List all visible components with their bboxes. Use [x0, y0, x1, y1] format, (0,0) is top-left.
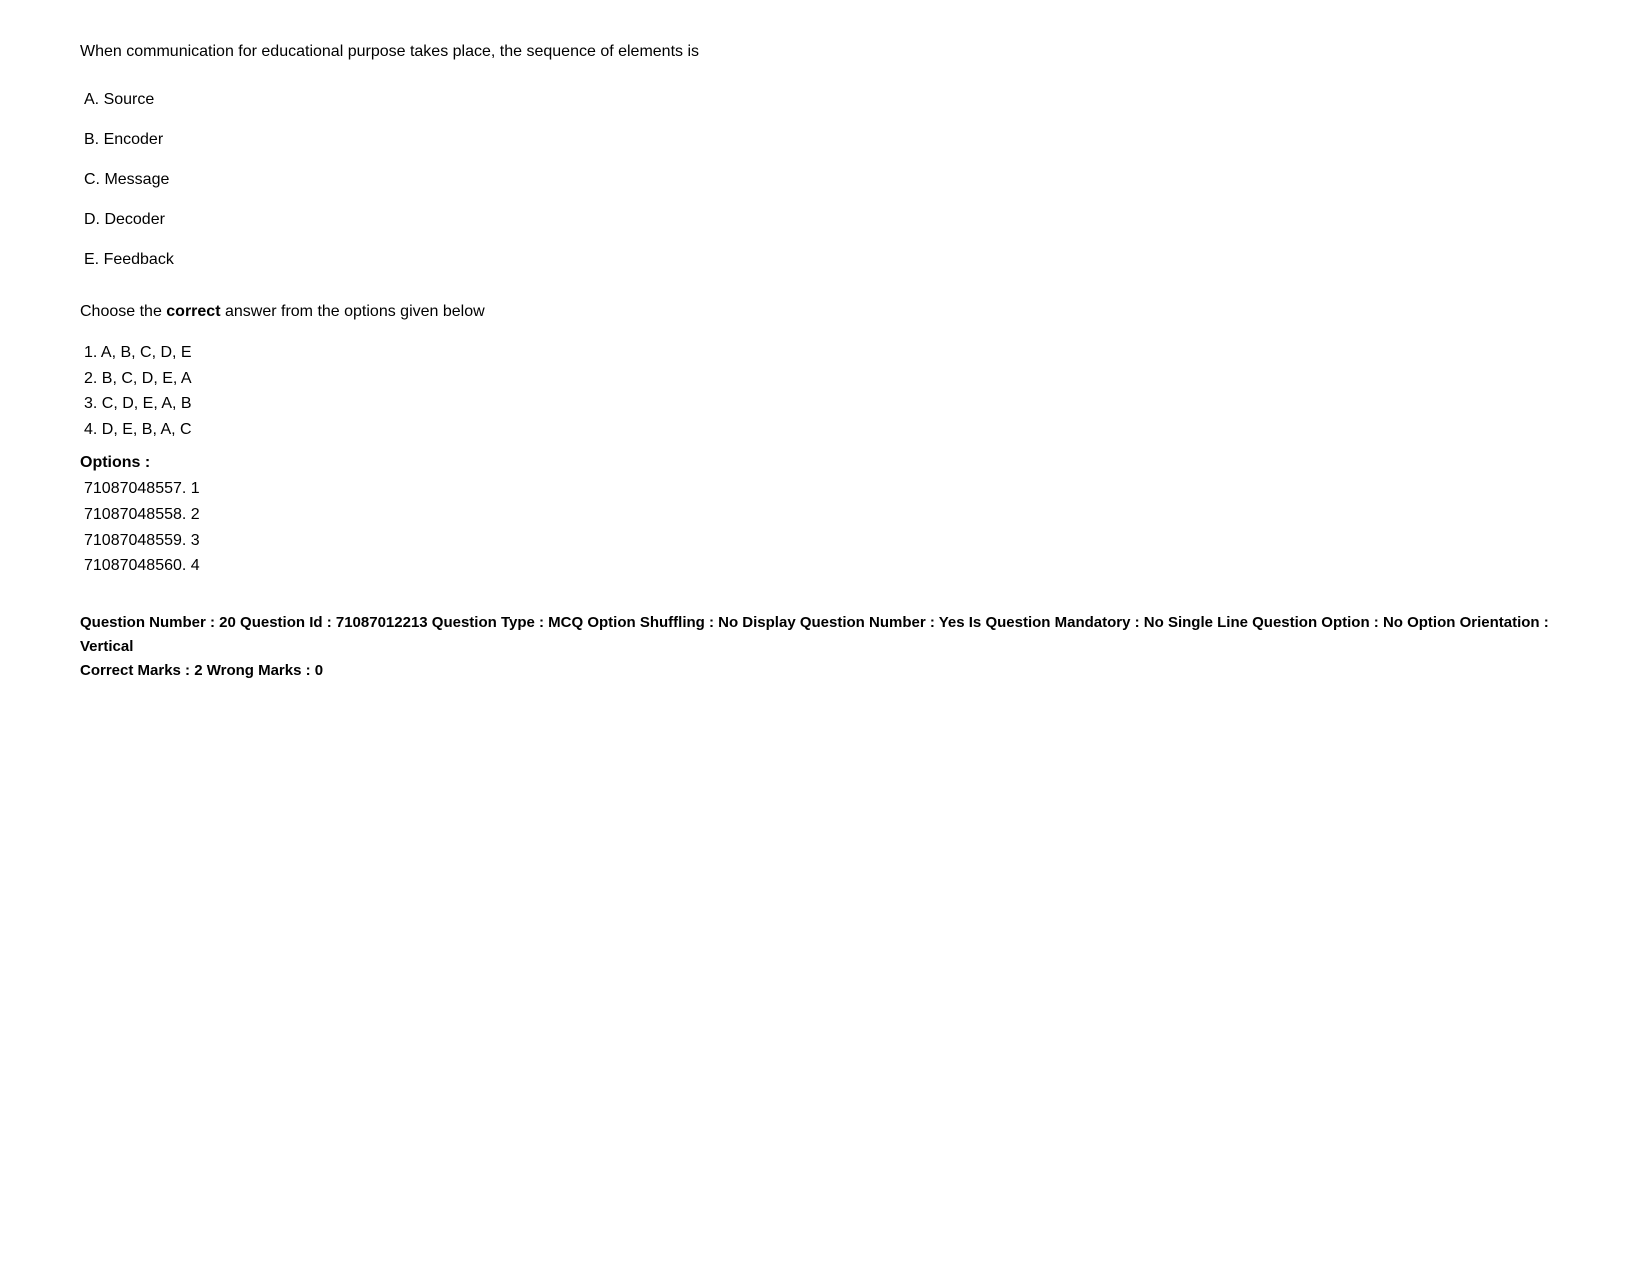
option-e: E. Feedback [80, 248, 1570, 272]
option-id-2: 71087048558. 2 [80, 502, 1570, 528]
correct-marks: Correct Marks : 2 Wrong Marks : 0 [80, 659, 1570, 683]
answer-option-1: 1. A, B, C, D, E [80, 340, 1570, 366]
options-section: Options : 71087048557. 1 71087048558. 2 … [80, 454, 1570, 578]
answer-option-2: 2. B, C, D, E, A [80, 366, 1570, 392]
answer-option-3: 3. C, D, E, A, B [80, 391, 1570, 417]
choose-instruction: Choose the correct answer from the optio… [80, 300, 1570, 324]
option-id-3: 71087048559. 3 [80, 528, 1570, 554]
question-meta: Question Number : 20 Question Id : 71087… [80, 611, 1570, 659]
choose-prefix: Choose the [80, 303, 166, 320]
options-list: A. Source B. Encoder C. Message D. Decod… [80, 88, 1570, 272]
options-label: Options : [80, 454, 1570, 472]
choose-bold: correct [166, 303, 220, 320]
option-id-4: 71087048560. 4 [80, 553, 1570, 579]
option-b: B. Encoder [80, 128, 1570, 152]
choose-suffix: answer from the options given below [221, 303, 485, 320]
option-a: A. Source [80, 88, 1570, 112]
option-c: C. Message [80, 168, 1570, 192]
question-text: When communication for educational purpo… [80, 40, 1570, 64]
option-d: D. Decoder [80, 208, 1570, 232]
option-id-1: 71087048557. 1 [80, 476, 1570, 502]
answer-option-4: 4. D, E, B, A, C [80, 417, 1570, 443]
answer-options-list: 1. A, B, C, D, E 2. B, C, D, E, A 3. C, … [80, 340, 1570, 442]
